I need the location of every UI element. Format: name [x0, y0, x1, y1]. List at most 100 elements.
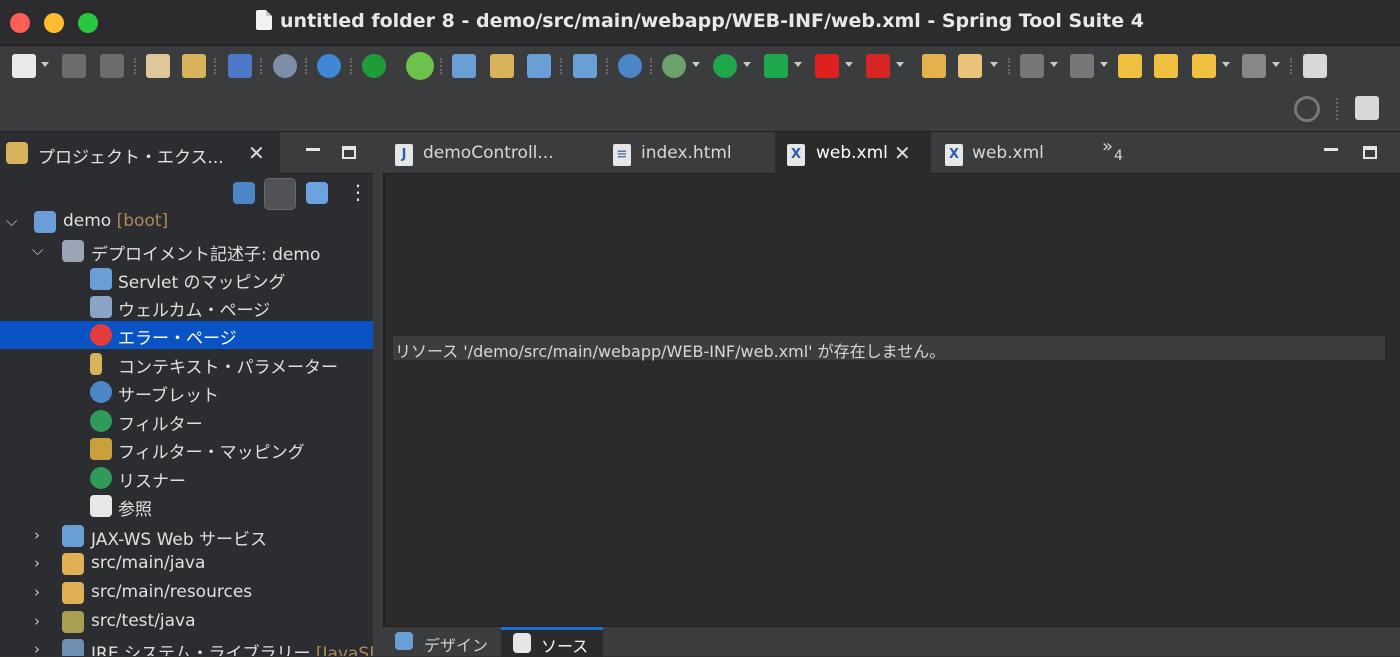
- chevron-right-icon[interactable]: ›: [34, 526, 40, 544]
- tree-item-src-main-java[interactable]: › src/main/java: [0, 550, 373, 578]
- project-explorer-tabbar: プロジェクト・エクス... ✕: [0, 132, 373, 174]
- forward-to-last-icon[interactable]: [1154, 54, 1178, 78]
- marker-dropdown-icon[interactable]: [990, 62, 998, 67]
- new-icon[interactable]: [12, 54, 36, 78]
- editor-tab-democontroller[interactable]: J demoControll...: [383, 132, 603, 174]
- tab-source[interactable]: ソース: [501, 627, 603, 657]
- editor-tabbar: J demoControll... ≡ index.html X web.xml…: [383, 132, 1400, 174]
- editor-bottom-tabs: デザイン ソース: [383, 626, 1400, 657]
- tree-item-src-test-java[interactable]: › src/test/java: [0, 608, 373, 636]
- open-perspective-icon[interactable]: [1303, 54, 1327, 78]
- flag-dropdown-icon[interactable]: [896, 62, 904, 67]
- editor-tab-overflow[interactable]: » 4: [1098, 132, 1148, 174]
- tree-item-listener[interactable]: リスナー: [0, 464, 373, 492]
- editor-area: J demoControll... ≡ index.html X web.xml…: [383, 132, 1400, 657]
- flag-icon[interactable]: [866, 54, 890, 78]
- chevron-right-icon[interactable]: ›: [34, 554, 40, 572]
- prev-annotation-dropdown-icon[interactable]: [1100, 62, 1108, 67]
- source-view-icon: [513, 633, 531, 653]
- tree-item-servlet-mapping[interactable]: Servlet のマッピング: [0, 265, 373, 293]
- run-dropdown-icon[interactable]: [743, 62, 751, 67]
- minimize-icon[interactable]: [306, 148, 320, 151]
- terminal-icon[interactable]: [228, 54, 252, 78]
- new-class-icon[interactable]: [490, 54, 514, 78]
- save-all-icon[interactable]: [100, 54, 124, 78]
- tree-item-jre-library[interactable]: › JRE システム・ライブラリー [JavaSE: [0, 636, 373, 656]
- view-menu-icon[interactable]: ⋮: [348, 180, 368, 204]
- window-title-area: untitled folder 8 - demo/src/main/webapp…: [0, 10, 1400, 32]
- run-external-icon[interactable]: [764, 54, 788, 78]
- tree-item-src-main-resources[interactable]: › src/main/resources: [0, 579, 373, 607]
- chevron-right-icon[interactable]: ›: [34, 640, 40, 656]
- panel-splitter[interactable]: [373, 132, 383, 656]
- tree-item-filter[interactable]: フィルター: [0, 407, 373, 435]
- minimize-icon[interactable]: [1324, 148, 1338, 151]
- project-explorer-tab[interactable]: プロジェクト・エクス... ✕: [0, 132, 280, 174]
- search-declarations-icon[interactable]: [273, 54, 297, 78]
- forward-icon[interactable]: [1242, 54, 1266, 78]
- maximize-icon[interactable]: [342, 146, 356, 159]
- back-to-last-icon[interactable]: [1118, 54, 1142, 78]
- forward-dropdown-icon[interactable]: [1272, 62, 1280, 67]
- run-external-dropdown-icon[interactable]: [794, 62, 802, 67]
- tree-item-label: フィルター: [118, 415, 203, 435]
- design-view-icon: [395, 632, 413, 650]
- marker-icon[interactable]: [958, 54, 982, 78]
- filter-icon[interactable]: [306, 182, 328, 204]
- globe-icon[interactable]: [618, 54, 642, 78]
- editor-tab-web-xml-active[interactable]: X web.xml ✕: [775, 132, 931, 174]
- run-icon[interactable]: [713, 54, 737, 78]
- chevron-down-icon[interactable]: ⌵: [32, 241, 43, 259]
- editor-tab-label: demoControll...: [423, 143, 554, 163]
- next-annotation-icon[interactable]: [1020, 54, 1044, 78]
- tree-item-label: JRE システム・ライブラリー: [91, 644, 311, 656]
- debug-icon[interactable]: [662, 54, 686, 78]
- chevron-right-icon[interactable]: ›: [34, 612, 40, 630]
- new-package-icon[interactable]: [452, 54, 476, 78]
- link-with-editor-icon[interactable]: [264, 178, 296, 210]
- publish-icon[interactable]: [146, 54, 170, 78]
- debug-dropdown-icon[interactable]: [692, 62, 700, 67]
- gear-icon[interactable]: [317, 54, 341, 78]
- export-icon[interactable]: [182, 54, 206, 78]
- tree-item-filter-mapping[interactable]: フィルター・マッピング: [0, 435, 373, 463]
- close-icon[interactable]: ✕: [894, 141, 911, 165]
- back-dropdown-icon[interactable]: [1222, 62, 1230, 67]
- save-icon[interactable]: [62, 54, 86, 78]
- new-dropdown-icon[interactable]: [41, 62, 49, 67]
- power-icon[interactable]: [362, 54, 386, 78]
- stop-icon[interactable]: [815, 54, 839, 78]
- new-file-icon[interactable]: [527, 54, 551, 78]
- prev-annotation-icon[interactable]: [1070, 54, 1094, 78]
- close-icon[interactable]: ✕: [248, 141, 265, 165]
- open-perspective-bottom-icon[interactable]: [1355, 96, 1379, 120]
- tab-design[interactable]: デザイン: [391, 627, 501, 657]
- tree-item-reference[interactable]: 参照: [0, 492, 373, 520]
- tree-item-welcome-page[interactable]: ウェルカム・ページ: [0, 293, 373, 321]
- tree-item-context-param[interactable]: コンテキスト・パラメーター: [0, 350, 373, 378]
- tree-item-demo[interactable]: ⌵ demo [boot]: [0, 208, 373, 236]
- editor-tab-web-xml[interactable]: X web.xml: [931, 132, 1101, 174]
- chevron-right-icon[interactable]: ›: [34, 583, 40, 601]
- chevron-down-icon[interactable]: ⌵: [6, 212, 17, 230]
- tree-item-servlet[interactable]: サーブレット: [0, 378, 373, 406]
- open-folder-icon[interactable]: [922, 54, 946, 78]
- back-icon[interactable]: [1192, 54, 1216, 78]
- search-icon[interactable]: [1294, 96, 1320, 122]
- maximize-icon[interactable]: [1363, 146, 1377, 159]
- run-on-server-icon[interactable]: [573, 54, 597, 78]
- tree-item-label: 参照: [118, 500, 152, 520]
- toolbar-separator: [606, 58, 608, 74]
- tree-item-jax-ws[interactable]: › JAX-WS Web サービス: [0, 522, 373, 550]
- collapse-all-icon[interactable]: [233, 182, 255, 204]
- next-annotation-dropdown-icon[interactable]: [1050, 62, 1058, 67]
- editor-tab-index-html[interactable]: ≡ index.html: [603, 132, 775, 174]
- spring-leaf-icon[interactable]: [406, 52, 434, 80]
- toolbar-separator: [134, 58, 136, 74]
- tree-item-error-page[interactable]: エラー・ページ: [0, 321, 373, 349]
- stop-dropdown-icon[interactable]: [845, 62, 853, 67]
- tree-item-deployment-descriptor[interactable]: ⌵ デプロイメント記述子: demo: [0, 237, 373, 265]
- tree-item-label: JAX-WS Web サービス: [91, 530, 268, 550]
- listener-icon: [90, 467, 112, 489]
- toolbar-separator: [560, 58, 562, 74]
